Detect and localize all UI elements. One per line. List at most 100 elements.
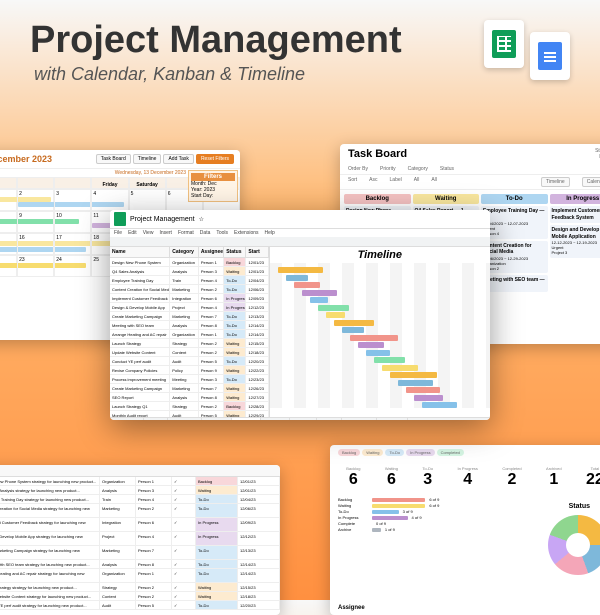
sheet-tab[interactable]: ▸ Waiting: [290, 418, 317, 420]
menu-item[interactable]: Edit: [128, 230, 137, 236]
menu-item[interactable]: Insert: [159, 230, 172, 236]
sheet-tab[interactable]: ▸ Task Board: [168, 418, 202, 420]
add-task-button[interactable]: Add Task: [163, 154, 193, 164]
table-row[interactable]: Create Marketing Campaign strategy for l…: [0, 546, 280, 560]
gantt-bar[interactable]: [366, 350, 390, 356]
gantt-bar[interactable]: [286, 275, 309, 281]
dashboard-panel: BacklogWaitingTo-DoIn ProgressCompleted …: [330, 445, 600, 615]
count-stat: Total22: [586, 466, 600, 489]
sheet-tab[interactable]: ▸ Complete: [377, 418, 408, 420]
table-row[interactable]: Create Marketing CampaignMarketingPerson…: [110, 384, 269, 393]
gantt-bar[interactable]: [350, 335, 398, 341]
detail-grid[interactable]: Design New Phone System strategy for lau…: [0, 477, 280, 610]
gantt-bar[interactable]: [374, 357, 405, 363]
doc-title[interactable]: Project Management: [130, 216, 195, 223]
table-row[interactable]: Arrange Heating and AC repair strategy f…: [0, 569, 280, 583]
status-counts: Backlog6Waiting6To-Do3In Progress4Comple…: [330, 460, 600, 495]
table-row[interactable]: Content Creation for Social MediaMarketi…: [110, 285, 269, 294]
gantt-bar[interactable]: [302, 290, 337, 296]
gantt-bar[interactable]: [310, 297, 328, 303]
table-row[interactable]: Implement Customer FeedbackIntegrationPe…: [110, 294, 269, 303]
kanban-card[interactable]: Implement Customer Feedback System: [550, 206, 600, 223]
kanban-column-header: In Progress: [550, 194, 600, 204]
sheet-tab[interactable]: ▸ To-Do: [317, 418, 342, 420]
kanban-card[interactable]: Employee Training Day — 112/04/2023 ~ 12…: [481, 206, 548, 239]
detail-panel: Design New Phone System strategy for lau…: [0, 465, 280, 615]
kanban-card[interactable]: Content Creation for Social Media12/06/2…: [481, 241, 548, 274]
kanban-card[interactable]: Meeting with SEO team — 3: [481, 275, 548, 292]
table-row[interactable]: Content Creation for Social Media strate…: [0, 504, 280, 518]
table-row[interactable]: Design & Develop Mobile AppProjectPerson…: [110, 303, 269, 312]
gantt-bar[interactable]: [422, 402, 457, 408]
star-icon[interactable]: ☆: [199, 216, 204, 223]
gantt-bar[interactable]: [382, 365, 419, 371]
sheet-tab[interactable]: ▸ Backlog: [261, 418, 289, 420]
menu-bar[interactable]: File Edit View Insert Format Data Tools Extensi…: [110, 229, 490, 237]
sheet-tab[interactable]: ▸ Calendar: [202, 418, 232, 420]
gantt-bar[interactable]: [390, 372, 438, 378]
menu-item[interactable]: Data: [200, 230, 211, 236]
table-row[interactable]: Design & Develop Mobile App strategy for…: [0, 532, 280, 546]
gantt-bar[interactable]: [342, 327, 365, 333]
status-pill: Waiting: [362, 449, 383, 456]
sheet-tab[interactable]: ▸ In-Progress: [342, 418, 377, 420]
task-list[interactable]: NameCategoryAssigneeStatusStart Design N…: [110, 247, 270, 417]
table-row[interactable]: Launch Strategy strategy for launching n…: [0, 583, 280, 592]
table-row[interactable]: Revise Company PoliciesPolicyPerson 9Wai…: [110, 366, 269, 375]
sheet-tab[interactable]: ▸ Tasks: [144, 418, 168, 420]
kanban-column-header: Waiting: [413, 194, 480, 204]
menu-item[interactable]: Help: [265, 230, 275, 236]
menu-item[interactable]: File: [114, 230, 122, 236]
status-pill: Completed: [437, 449, 464, 456]
table-row[interactable]: Q4 Sales AnalysisAnalysisPerson 3Waiting…: [110, 267, 269, 276]
table-row[interactable]: Conduct YE perf audit strategy for launc…: [0, 601, 280, 610]
gantt-bar[interactable]: [358, 342, 384, 348]
table-row[interactable]: Update Website ContentContentPerson 2Wai…: [110, 348, 269, 357]
timeline-button[interactable]: Timeline: [541, 177, 570, 187]
sheet-tab[interactable]: ▸ Dashboard: [110, 418, 144, 420]
menu-item[interactable]: View: [143, 230, 154, 236]
table-row[interactable]: Create Marketing CampaignMarketingPerson…: [110, 312, 269, 321]
table-row[interactable]: Process improvement meetingMeetingPerson…: [110, 375, 269, 384]
table-row[interactable]: Employee Training Day strategy for launc…: [0, 495, 280, 504]
table-row[interactable]: Implement Customer Feedback strategy for…: [0, 518, 280, 532]
calendar-button[interactable]: Calendar: [582, 177, 600, 187]
table-row[interactable]: Launch StrategyStrategyPerson 2Waiting12…: [110, 339, 269, 348]
status-bar-row: Backlog6 of 9: [338, 497, 600, 502]
toolbar[interactable]: [110, 237, 490, 247]
reset-filters-button[interactable]: Reset Filters: [196, 154, 234, 164]
filters-title: Filters: [191, 173, 235, 181]
table-row[interactable]: Monthly Audit reportAuditPerson 5Waiting…: [110, 411, 269, 417]
kanban-card[interactable]: Design and Develop Mobile Application12-…: [550, 225, 600, 258]
sheet-tabs[interactable]: ▸ Dashboard▸ Tasks▸ Task Board▸ Calendar…: [110, 417, 490, 420]
table-row[interactable]: SEO ReportAnalysisPerson 8Waiting12/27/2…: [110, 393, 269, 402]
sheet-tab[interactable]: ▸ Timeline: [232, 418, 261, 420]
gantt-bar[interactable]: [414, 395, 443, 401]
gantt-bar[interactable]: [334, 320, 374, 326]
table-row[interactable]: Employee Training DayTrainPerson 4To-Do1…: [110, 276, 269, 285]
status-pill: To-Do: [385, 449, 404, 456]
gantt-bar[interactable]: [326, 312, 345, 318]
table-row[interactable]: Q4 Sales Analysis strategy for launching…: [0, 486, 280, 495]
table-row[interactable]: Launch Strategy Q1StrategyPerson 2Backlo…: [110, 402, 269, 411]
gantt-bar[interactable]: [318, 305, 350, 311]
menu-item[interactable]: Format: [178, 230, 194, 236]
task-board-button[interactable]: Task Board: [96, 154, 131, 164]
table-row[interactable]: Conduct YE perf auditAuditPerson 5To-Do1…: [110, 357, 269, 366]
timeline-button[interactable]: Timeline: [133, 154, 162, 164]
gantt-bar[interactable]: [398, 380, 434, 386]
gantt-bar[interactable]: [278, 267, 324, 273]
gantt-bar[interactable]: [406, 387, 440, 393]
table-row[interactable]: Meeting with SEO team strategy for launc…: [0, 560, 280, 569]
sheets-icon: [484, 20, 524, 68]
timeline-area[interactable]: Timeline: [270, 247, 490, 417]
menu-item[interactable]: Extensions: [234, 230, 258, 236]
status-pills: BacklogWaitingTo-DoIn ProgressCompleted: [338, 449, 464, 456]
gantt-bar[interactable]: [294, 282, 321, 288]
menu-item[interactable]: Tools: [216, 230, 228, 236]
table-row[interactable]: Arrange Heating and AC repairOrganizatio…: [110, 330, 269, 339]
table-row[interactable]: Meeting with SEO teamAnalysisPerson 8To-…: [110, 321, 269, 330]
count-stat: Archived1: [546, 466, 562, 489]
table-row[interactable]: Design New Phone System strategy for lau…: [0, 477, 280, 486]
table-row[interactable]: Design New Phone SystemOrganizationPerso…: [110, 258, 269, 267]
